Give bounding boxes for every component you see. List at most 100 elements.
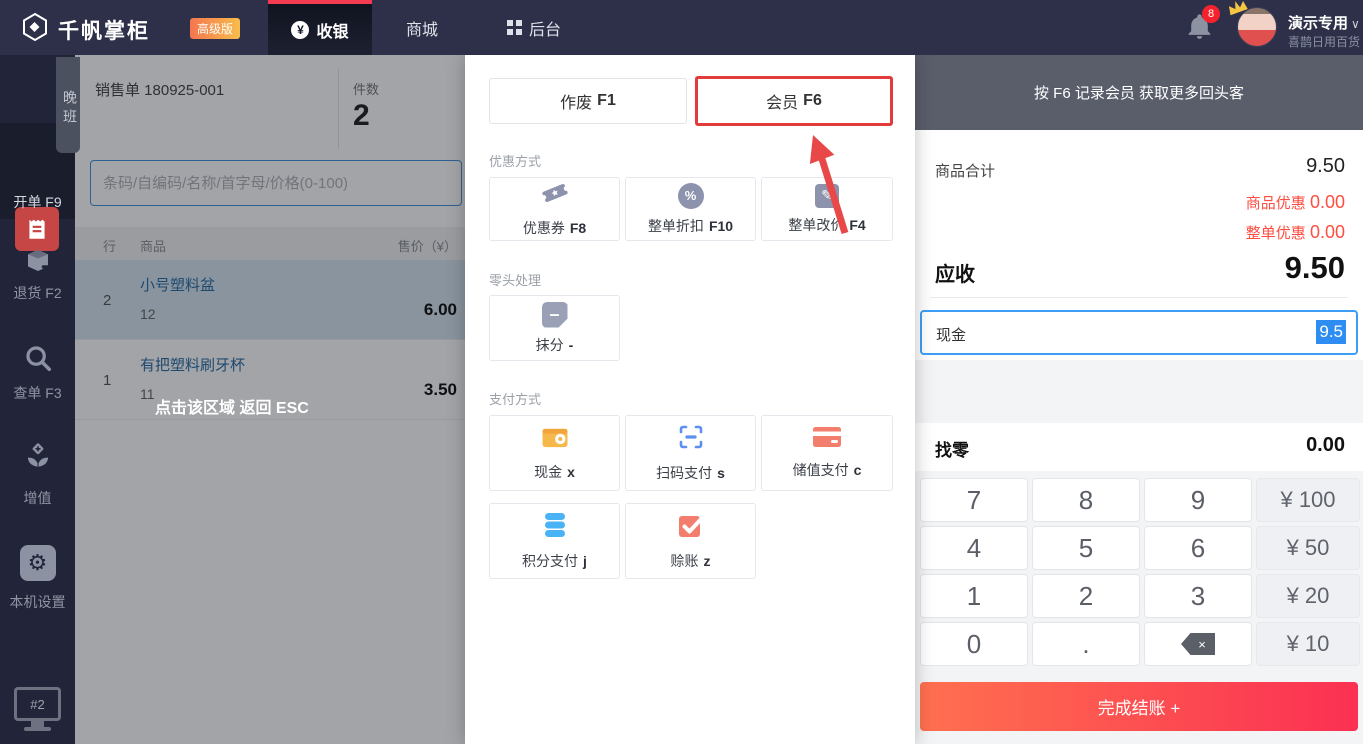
cash-pay-label: 现金: [534, 462, 562, 482]
credit-label: 赊账: [671, 551, 699, 571]
numpad-key-4[interactable]: 4: [920, 526, 1028, 570]
brand-name: 千帆掌柜: [58, 15, 150, 45]
numpad-key-dot[interactable]: .: [1032, 622, 1140, 666]
member-label: 会员: [766, 89, 798, 113]
numpad-key-7[interactable]: 7: [920, 478, 1028, 522]
tab-backend[interactable]: 后台: [482, 0, 586, 55]
tab-backend-label: 后台: [529, 16, 561, 40]
backspace-key[interactable]: ×: [1144, 622, 1252, 666]
numpad-key-8[interactable]: 8: [1032, 478, 1140, 522]
sidebar-item-value-added-label[interactable]: 增值: [0, 488, 75, 508]
numpad-key-5[interactable]: 5: [1032, 526, 1140, 570]
gear-icon[interactable]: ⚙: [0, 545, 75, 581]
tab-cashier-label: 收银: [316, 18, 348, 42]
member-button[interactable]: 会员 F6: [695, 76, 893, 126]
stored-pay-label: 储值支付: [793, 460, 849, 480]
subtotal-value: 9.50: [1306, 155, 1345, 178]
member-key: F6: [803, 92, 822, 110]
tab-cashier[interactable]: ¥ 收银: [268, 0, 372, 55]
credit-key: z: [704, 553, 711, 569]
brand-logo-icon: [20, 12, 50, 42]
card-icon: [812, 426, 842, 453]
numpad-key-9[interactable]: 9: [1144, 478, 1252, 522]
user-name[interactable]: 演示专用∨: [1288, 12, 1360, 33]
denom-50-button[interactable]: ¥ 50: [1256, 526, 1360, 570]
yen-icon: ¥: [291, 21, 309, 39]
scan-pay-key: s: [717, 465, 725, 481]
edition-badge: 高级版: [190, 18, 240, 39]
search-order-icon[interactable]: [0, 343, 75, 373]
cash-input-value: 9.5: [1316, 320, 1346, 344]
numpad-key-6[interactable]: 6: [1144, 526, 1252, 570]
cash-amount-input[interactable]: 现金 9.5: [920, 310, 1358, 355]
dismiss-overlay[interactable]: 点击该区域 返回 ESC: [75, 55, 465, 744]
percent-icon: %: [678, 183, 704, 209]
tab-mall[interactable]: 商城: [372, 0, 472, 55]
change-value: 0.00: [1306, 434, 1345, 457]
terminal-number: #2: [30, 697, 44, 712]
shift-tab[interactable]: 晚班: [56, 57, 80, 153]
backspace-icon: ×: [1181, 633, 1215, 655]
coupon-key: F8: [570, 220, 586, 236]
pos-app: 千帆掌柜 高级版 ¥ 收银 商城 后台 8 演示专用∨ 喜鹊日用百货: [0, 0, 1363, 744]
grid-icon: [507, 20, 522, 35]
numpad-key-3[interactable]: 3: [1144, 574, 1252, 618]
divider: [930, 297, 1348, 298]
order-discount: 整单优惠 0.00: [1246, 222, 1345, 243]
erase-cents-key: -: [569, 337, 574, 353]
rounding-section-label: 零头处理: [489, 270, 541, 289]
minus-icon: –: [542, 302, 568, 328]
order-panel: 销售单 180925-001 件数 2 行 商品 售价（¥） 2 小号塑料盆 1…: [75, 55, 465, 744]
item-discount: 商品优惠 0.00: [1246, 192, 1345, 213]
discount-section-label: 优惠方式: [489, 151, 541, 170]
numpad-key-2[interactable]: 2: [1032, 574, 1140, 618]
sidebar-item-search-label[interactable]: 查单 F3: [0, 383, 75, 403]
change-row: 找零 0.00: [915, 423, 1363, 471]
database-icon: [542, 511, 568, 544]
denom-10-button[interactable]: ¥ 10: [1256, 622, 1360, 666]
numpad: 7 8 9 ¥ 100 4 5 6 ¥ 50 1 2 3 ¥ 20 0 . × …: [920, 478, 1360, 666]
order-discount-button[interactable]: % 整单折扣 F10: [625, 177, 756, 241]
change-label: 找零: [935, 436, 969, 461]
order-discount-key: F10: [709, 218, 733, 234]
void-label: 作废: [560, 89, 592, 113]
sidebar-item-returns-label[interactable]: 退货 F2: [0, 283, 75, 303]
coupon-button[interactable]: 优惠券 F8: [489, 177, 620, 241]
coupon-label: 优惠券: [523, 218, 565, 238]
member-tip-banner[interactable]: 按 F6 记录会员 获取更多回头客: [915, 55, 1363, 130]
stored-value-pay-button[interactable]: 储值支付c: [761, 415, 893, 491]
checkout-panel: 按 F6 记录会员 获取更多回头客 商品合计 9.50 商品优惠 0.00 整单…: [915, 55, 1363, 744]
return-box-icon[interactable]: [0, 244, 75, 274]
overlay-hint-text: 点击该区域 返回 ESC: [155, 394, 309, 418]
erase-cents-label: 抹分: [536, 335, 564, 355]
totals-block: 商品合计 9.50 商品优惠 0.00 整单优惠 0.00 应收 9.50 现金…: [915, 130, 1363, 360]
due-value: 9.50: [1285, 250, 1345, 286]
scan-pay-button[interactable]: 扫码支付s: [625, 415, 756, 491]
monitor-base: [24, 727, 51, 731]
cash-pay-button[interactable]: 现金 x: [489, 415, 620, 491]
numpad-key-0[interactable]: 0: [920, 622, 1028, 666]
due-label: 应收: [935, 258, 975, 287]
denom-100-button[interactable]: ¥ 100: [1256, 478, 1360, 522]
order-discount-label: 整单折扣: [648, 216, 704, 236]
checkbox-icon: [677, 511, 705, 544]
terminal-monitor-icon[interactable]: #2: [14, 687, 61, 721]
complete-checkout-button[interactable]: 完成结账 +: [920, 682, 1358, 731]
credit-button[interactable]: 赊账 z: [625, 503, 756, 579]
points-pay-label: 积分支付: [522, 551, 578, 571]
numpad-key-1[interactable]: 1: [920, 574, 1028, 618]
points-pay-key: j: [583, 553, 587, 569]
store-name: 喜鹊日用百货: [1288, 33, 1360, 50]
void-button[interactable]: 作废 F1: [489, 78, 687, 124]
chevron-down-icon: ∨: [1351, 17, 1360, 31]
tab-mall-label: 商城: [406, 16, 438, 40]
cash-pay-key: x: [567, 464, 575, 480]
tutorial-arrow-icon: [795, 121, 865, 244]
void-key: F1: [597, 92, 616, 110]
denom-20-button[interactable]: ¥ 20: [1256, 574, 1360, 618]
sidebar-item-local-settings-label[interactable]: 本机设置: [0, 592, 75, 612]
checkout-actions-panel: 作废F1 会员F6 优惠方式 优惠券F8 % 整单折扣F10 ✎ 整单改价F4 …: [465, 55, 915, 744]
value-added-icon[interactable]: [0, 441, 75, 471]
erase-cents-button[interactable]: – 抹分-: [489, 295, 620, 361]
points-pay-button[interactable]: 积分支付 j: [489, 503, 620, 579]
